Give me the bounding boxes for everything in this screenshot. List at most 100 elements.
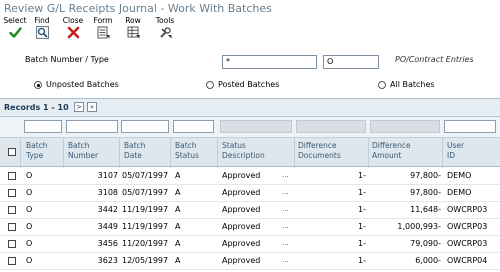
cell-batch-type: O <box>26 205 33 214</box>
row-checkbox[interactable] <box>8 257 16 265</box>
table-row[interactable]: O 3442 11/19/1997 A Approved 1- 11,648- OWCRP03… <box>0 202 500 219</box>
cell-status-description: Approved <box>222 256 261 265</box>
cell-batch-number: 3107 <box>97 171 118 180</box>
row-menu-button[interactable]: Row <box>118 16 148 41</box>
close-button[interactable]: Close <box>58 16 88 41</box>
cell-batch-status: A <box>175 205 181 214</box>
form-menu-button[interactable]: Form <box>88 16 118 41</box>
col-difference-documents[interactable]: Difference Documents <box>298 141 341 161</box>
col-status-description[interactable]: Status Description <box>222 141 265 161</box>
row-checkbox[interactable] <box>8 172 16 180</box>
cell-user-id: OWCRP03 <box>447 205 488 214</box>
filter-difference-amount <box>370 120 440 133</box>
cell-batch-date: 05/07/1997 <box>122 171 169 180</box>
column-headers: Batch Type Batch Number Batch Date Batch Sta… <box>0 137 500 168</box>
col-user-id[interactable]: User ID <box>447 141 464 161</box>
toolbar: Select Find Close Form Row Tools <box>0 16 500 41</box>
row-checkbox[interactable] <box>8 189 16 197</box>
cell-difference-documents: 1- <box>358 188 366 197</box>
cell-user-id: OWCRP04 <box>447 256 488 265</box>
cell-batch-status: A <box>175 188 181 197</box>
cell-batch-date: 12/05/1997 <box>122 256 169 265</box>
select-label: Select <box>3 16 27 25</box>
cell-batch-date: 05/07/1997 <box>122 188 169 197</box>
form-label: Form <box>93 16 113 25</box>
cell-difference-amount: 97,800- <box>410 188 441 197</box>
select-all-checkbox[interactable] <box>8 148 16 156</box>
cell-batch-status: A <box>175 171 181 180</box>
cell-batch-status: A <box>175 256 181 265</box>
table-row[interactable]: O 3623 12/05/1997 A Approved 1- 6,000- OWCRP04.… <box>0 253 500 270</box>
row-checkbox[interactable] <box>8 240 16 248</box>
description-ellipsis-button[interactable]: ... <box>282 188 289 196</box>
batch-type-field[interactable]: O <box>323 55 379 69</box>
query-by-example-row <box>0 117 500 137</box>
col-batch-number[interactable]: Batch Number <box>68 141 98 161</box>
cell-status-description: Approved <box>222 222 261 231</box>
tools-menu-button[interactable]: Tools <box>150 16 180 41</box>
grid-header-bar: Records 1 - 10 > » <box>0 99 500 117</box>
find-button[interactable]: Find <box>27 16 57 41</box>
posted-batches-radio[interactable] <box>206 81 214 89</box>
cell-batch-date: 11/19/1997 <box>122 205 169 214</box>
cell-status-description: Approved <box>222 171 261 180</box>
checkmark-icon <box>9 27 22 38</box>
row-label: Row <box>125 16 141 25</box>
col-batch-status[interactable]: Batch Status <box>175 141 199 161</box>
filter-batch-date[interactable] <box>121 120 169 133</box>
cell-difference-amount: 97,800- <box>410 171 441 180</box>
filter-status-description <box>220 120 292 133</box>
table-row[interactable]: O 3449 11/19/1997 A Approved 1- 1,000,993- OWCR… <box>0 219 500 236</box>
cell-batch-number: 3623 <box>97 256 118 265</box>
cell-batch-number: 3456 <box>97 239 118 248</box>
cell-user-id: OWCRP03 <box>447 239 488 248</box>
cell-status-description: Approved <box>222 205 261 214</box>
select-button[interactable]: Select <box>0 16 30 41</box>
cell-status-description: Approved <box>222 188 261 197</box>
batch-number-field[interactable]: * <box>222 55 317 69</box>
all-batches-radio[interactable] <box>378 81 386 89</box>
find-magnifier-icon <box>36 26 49 39</box>
cell-difference-amount: 6,000- <box>415 256 441 265</box>
filter-batch-number[interactable] <box>66 120 118 133</box>
row-checkbox[interactable] <box>8 223 16 231</box>
col-batch-date[interactable]: Batch Date <box>124 141 146 161</box>
cell-batch-type: O <box>26 188 33 197</box>
col-batch-type[interactable]: Batch Type <box>26 141 48 161</box>
cell-batch-type: O <box>26 171 33 180</box>
cell-batch-type: O <box>26 256 33 265</box>
title-bar: Review G/L Receipts Journal - Work With … <box>0 0 500 17</box>
cell-batch-type: O <box>26 239 33 248</box>
unposted-batches-label: Unposted Batches <box>46 80 119 89</box>
last-page-button[interactable]: » <box>87 102 97 112</box>
all-batches-label: All Batches <box>390 80 435 89</box>
description-ellipsis-button[interactable]: ... <box>282 239 289 247</box>
cell-batch-status: A <box>175 239 181 248</box>
description-ellipsis-button[interactable]: ... <box>282 205 289 213</box>
cell-batch-type: O <box>26 222 33 231</box>
filter-batch-status[interactable] <box>173 120 214 133</box>
records-count: Records 1 - 10 <box>4 103 69 112</box>
row-checkbox[interactable] <box>8 206 16 214</box>
next-page-button[interactable]: > <box>74 102 84 112</box>
cell-difference-documents: 1- <box>358 171 366 180</box>
batches-grid: Records 1 - 10 > » Batch Type Batch Number… <box>0 98 500 272</box>
cell-user-id: OWCRP03 <box>447 222 488 231</box>
unposted-batches-radio[interactable] <box>34 81 42 89</box>
col-difference-amount[interactable]: Difference Amount <box>372 141 411 161</box>
cell-difference-documents: 1- <box>358 256 366 265</box>
cell-user-id: DEMO <box>447 171 472 180</box>
window-title: Review G/L Receipts Journal - Work With … <box>4 2 272 15</box>
description-ellipsis-button[interactable]: ... <box>282 222 289 230</box>
table-row[interactable]: O 3108 05/07/1997 A Approved 1- 97,800- DEMO... <box>0 185 500 202</box>
filter-batch-type[interactable] <box>24 120 62 133</box>
cell-difference-documents: 1- <box>358 222 366 231</box>
table-row[interactable]: O 3107 05/07/1997 A Approved 1- 97,800- DEMO... <box>0 168 500 185</box>
cell-batch-number: 3442 <box>97 205 118 214</box>
table-row[interactable]: O 3456 11/20/1997 A Approved 1- 79,090- OWCRP03… <box>0 236 500 253</box>
description-ellipsis-button[interactable]: ... <box>282 256 289 264</box>
cell-batch-date: 11/19/1997 <box>122 222 169 231</box>
filter-user-id[interactable] <box>444 120 496 133</box>
close-x-icon <box>67 26 80 39</box>
description-ellipsis-button[interactable]: ... <box>282 171 289 179</box>
